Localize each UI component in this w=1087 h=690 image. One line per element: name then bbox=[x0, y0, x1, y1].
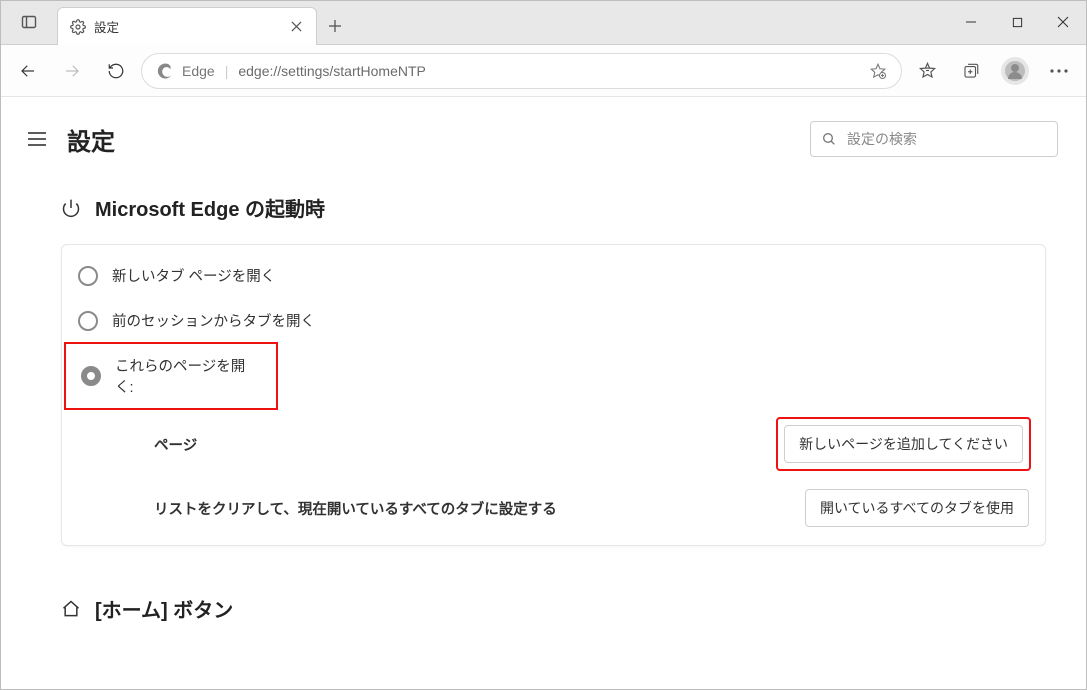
radio-open-pages[interactable]: これらのページを開く: bbox=[65, 343, 277, 409]
maximize-button[interactable] bbox=[994, 0, 1040, 44]
refresh-button[interactable] bbox=[97, 52, 135, 90]
radio-new-tab[interactable]: 新しいタブ ページを開く bbox=[62, 253, 1045, 298]
tab-actions-button[interactable] bbox=[1, 0, 57, 44]
forward-button[interactable] bbox=[53, 52, 91, 90]
pages-row: ページ 新しいページを追加してください bbox=[62, 409, 1045, 479]
menu-button[interactable] bbox=[25, 127, 49, 151]
use-open-tabs-button[interactable]: 開いているすべてのタブを使用 bbox=[805, 489, 1029, 527]
power-icon bbox=[61, 198, 81, 218]
search-icon bbox=[821, 131, 837, 147]
site-identity: Edge bbox=[156, 62, 215, 80]
profile-button[interactable] bbox=[996, 52, 1034, 90]
more-button[interactable] bbox=[1040, 52, 1078, 90]
settings-search-input[interactable] bbox=[847, 131, 1047, 147]
browser-tab[interactable]: 設定 bbox=[57, 7, 317, 45]
startup-heading: Microsoft Edge の起動時 bbox=[95, 193, 325, 222]
toolbar: Edge | edge://settings/startHomeNTP bbox=[1, 45, 1086, 97]
collections-button[interactable] bbox=[952, 52, 990, 90]
site-identity-label: Edge bbox=[182, 63, 215, 79]
radio-icon bbox=[78, 266, 98, 286]
window-controls bbox=[948, 0, 1086, 44]
add-page-button[interactable]: 新しいページを追加してください bbox=[784, 425, 1023, 463]
minimize-button[interactable] bbox=[948, 0, 994, 44]
radio-label: 前のセッションからタブを開く bbox=[112, 310, 315, 331]
separator: | bbox=[225, 63, 229, 79]
titlebar: 設定 bbox=[1, 1, 1086, 45]
startup-card: 新しいタブ ページを開く 前のセッションからタブを開く これらのページを開く: … bbox=[61, 244, 1046, 546]
radio-continue-session[interactable]: 前のセッションからタブを開く bbox=[62, 298, 1045, 343]
close-window-button[interactable] bbox=[1040, 0, 1086, 44]
back-button[interactable] bbox=[9, 52, 47, 90]
new-tab-button[interactable] bbox=[317, 8, 353, 44]
favorites-button[interactable] bbox=[908, 52, 946, 90]
edge-icon bbox=[156, 62, 174, 80]
close-tab-button[interactable] bbox=[288, 19, 304, 35]
gear-icon bbox=[70, 19, 86, 35]
pages-label: ページ bbox=[154, 434, 197, 455]
home-icon bbox=[61, 599, 81, 619]
tab-title: 設定 bbox=[94, 17, 280, 36]
url-text: edge://settings/startHomeNTP bbox=[238, 63, 426, 79]
radio-icon bbox=[81, 366, 101, 386]
clear-list-row: リストをクリアして、現在開いているすべてのタブに設定する 開いているすべてのタブ… bbox=[62, 479, 1045, 537]
settings-search[interactable] bbox=[810, 121, 1058, 157]
settings-content: 設定 Microsoft Edge の起動時 新しいタブ ページを開く 前のセッ… bbox=[1, 97, 1086, 689]
radio-icon bbox=[78, 311, 98, 331]
radio-label: 新しいタブ ページを開く bbox=[112, 265, 275, 286]
page-title: 設定 bbox=[67, 122, 115, 157]
favorite-add-icon[interactable] bbox=[869, 62, 887, 80]
clear-list-label: リストをクリアして、現在開いているすべてのタブに設定する bbox=[154, 498, 557, 519]
radio-label: これらのページを開く: bbox=[115, 355, 261, 397]
address-bar[interactable]: Edge | edge://settings/startHomeNTP bbox=[141, 53, 902, 89]
home-heading: [ホーム] ボタン bbox=[95, 594, 233, 623]
